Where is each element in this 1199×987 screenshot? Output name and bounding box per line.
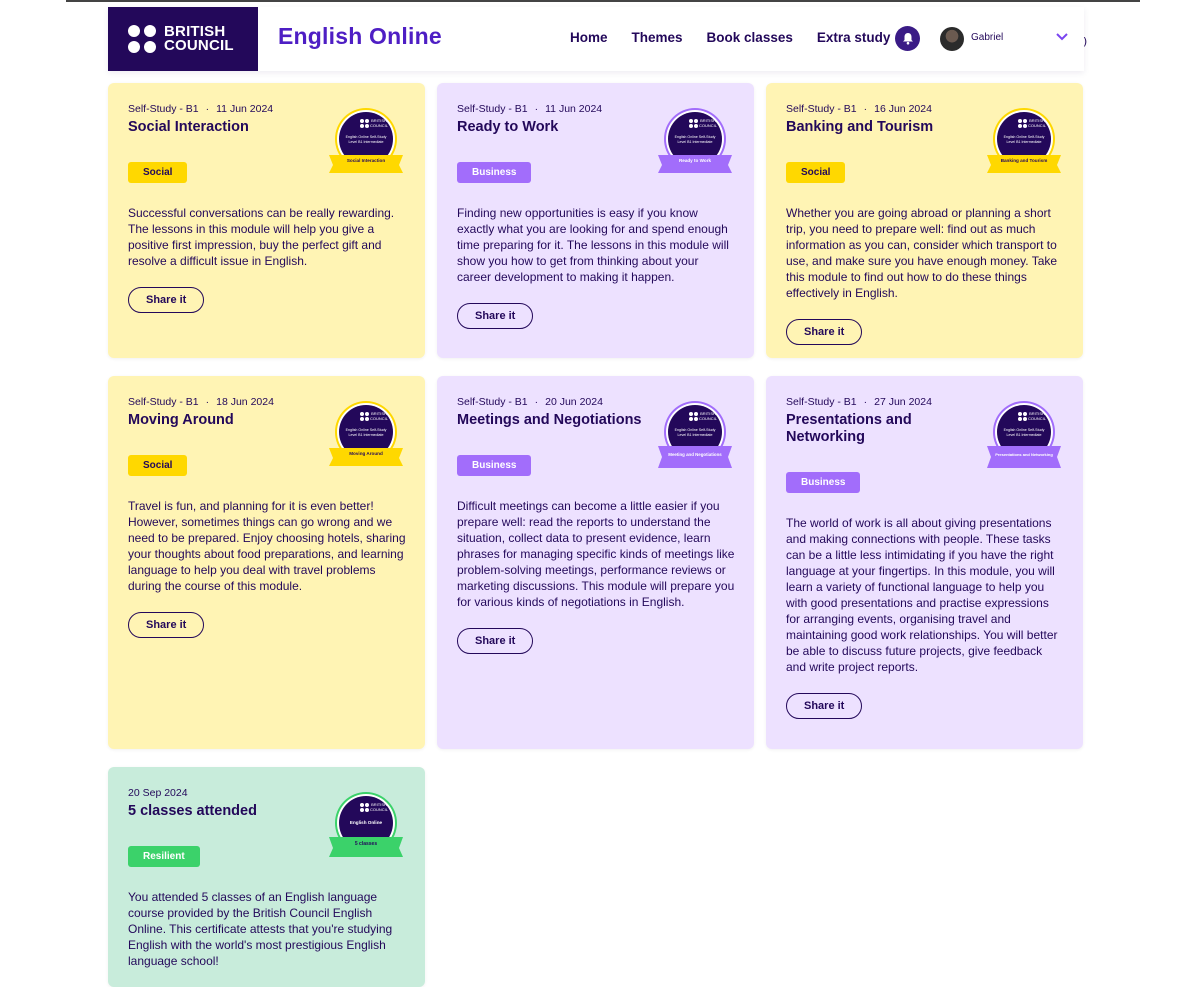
logo-line-2: COUNCIL: [164, 37, 234, 54]
share-button[interactable]: Share it: [457, 303, 534, 329]
card-title: Social Interaction: [128, 119, 249, 135]
logo-wordmark: BRITISH COUNCIL: [164, 24, 234, 54]
card-date: 11 Jun 2024: [216, 103, 274, 115]
svg-text:COUNCIL: COUNCIL: [1028, 416, 1047, 421]
card-description: Successful conversations can be really r…: [128, 206, 395, 268]
svg-text:Level B1 Intermediate: Level B1 Intermediate: [678, 433, 713, 437]
achievement-badge-icon: BRITISH COUNCIL English Online Self-Stud…: [329, 401, 403, 466]
share-button[interactable]: Share it: [128, 612, 205, 638]
svg-text:COUNCIL: COUNCIL: [699, 123, 718, 128]
achievement-badge-icon: BRITISH COUNCIL English Online 5 classes: [329, 792, 403, 857]
svg-text:Level B1 Intermediate: Level B1 Intermediate: [349, 140, 384, 144]
svg-text:English Online Self-Study: English Online Self-Study: [346, 428, 387, 432]
svg-text:COUNCIL: COUNCIL: [1028, 123, 1047, 128]
nav-home[interactable]: Home: [570, 30, 608, 45]
card-description: Travel is fun, and planning for it is ev…: [128, 499, 406, 593]
category-tag: Business: [457, 162, 532, 183]
achievement-badge-icon: BRITISH COUNCIL English Online Self-Stud…: [329, 108, 403, 173]
svg-text:COUNCIL: COUNCIL: [370, 807, 389, 812]
card-description: You attended 5 classes of an English lan…: [128, 890, 393, 968]
svg-text:English Online: English Online: [350, 820, 383, 825]
category-tag: Social: [128, 455, 188, 476]
notifications-button[interactable]: [895, 26, 920, 51]
card-title: Ready to Work: [457, 119, 559, 135]
svg-text:COUNCIL: COUNCIL: [699, 416, 718, 421]
app-title[interactable]: English Online: [278, 23, 442, 50]
category-tag: Resilient: [128, 846, 200, 867]
achievement-badge-icon: BRITISH COUNCIL English Online Self-Stud…: [987, 108, 1061, 173]
card-presentations-and-networking: Self-Study - B1 · 27 Jun 2024 Presentation…: [766, 376, 1083, 749]
svg-text:English Online Self-Study: English Online Self-Study: [675, 135, 716, 139]
svg-text:Level B1 Intermediate: Level B1 Intermediate: [1007, 140, 1042, 144]
svg-text:Ready to Work: Ready to Work: [679, 158, 712, 163]
site-header: BRITISH COUNCIL English Online Home Them…: [108, 7, 1084, 71]
chevron-down-icon[interactable]: [1056, 33, 1068, 41]
nav-extra-study[interactable]: Extra study: [817, 30, 891, 45]
svg-text:Banking and Tourism: Banking and Tourism: [1001, 158, 1048, 163]
window-edge: [66, 0, 1140, 2]
nav-book-classes[interactable]: Book classes: [707, 30, 793, 45]
scroll-edge: ): [1083, 35, 1088, 48]
svg-text:English Online Self-Study: English Online Self-Study: [1004, 428, 1045, 432]
category-tag: Business: [457, 455, 532, 476]
card-date: 18 Jun 2024: [216, 396, 274, 408]
svg-text:English Online Self-Study: English Online Self-Study: [346, 135, 387, 139]
card-description: The world of work is all about giving pr…: [786, 516, 1058, 674]
svg-text:English Online Self-Study: English Online Self-Study: [675, 428, 716, 432]
svg-text:Presentations and Networking: Presentations and Networking: [995, 452, 1053, 457]
achievement-badge-icon: BRITISH COUNCIL English Online Self-Stud…: [658, 401, 732, 468]
svg-text:Meeting and Negotiations: Meeting and Negotiations: [668, 452, 722, 457]
top-strip: [0, 0, 1199, 7]
card-title: Presentations and Networking: [786, 412, 912, 445]
card-date: 20 Jun 2024: [545, 396, 603, 408]
achievement-badge-icon: BRITISH COUNCIL English Online Self-Stud…: [658, 108, 732, 173]
card-banking-and-tourism: Self-Study - B1 · 16 Jun 2024 Banking and …: [766, 83, 1083, 358]
svg-text:English Online Self-Study: English Online Self-Study: [1004, 135, 1045, 139]
british-council-logo-icon: [128, 25, 156, 53]
card-meetings-and-negotiations: Self-Study - B1 · 20 Jun 2024 Meetings and…: [437, 376, 754, 749]
share-button[interactable]: Share it: [128, 287, 205, 313]
card-date: 11 Jun 2024: [545, 103, 603, 115]
svg-text:Moving Around: Moving Around: [349, 451, 383, 456]
category-tag: Social: [128, 162, 188, 183]
card-title: Moving Around: [128, 412, 234, 428]
category-tag: Social: [786, 162, 846, 183]
nav-themes[interactable]: Themes: [632, 30, 683, 45]
british-council-logo[interactable]: BRITISH COUNCIL: [108, 7, 258, 71]
card-title: Meetings and Negotiations: [457, 412, 642, 428]
svg-text:Level B1 Intermediate: Level B1 Intermediate: [678, 140, 713, 144]
card-description: Difficult meetings can become a little e…: [457, 499, 735, 609]
card-date: 27 Jun 2024: [874, 396, 932, 408]
svg-text:Level B1 Intermediate: Level B1 Intermediate: [349, 433, 384, 437]
card-5-classes-attended: 20 Sep 2024 5 classes attended BRITISH C…: [108, 767, 425, 987]
card-social-interaction: Self-Study - B1 · 11 Jun 2024 Social Inter…: [108, 83, 425, 358]
category-tag: Business: [786, 472, 861, 493]
svg-text:Level B1 Intermediate: Level B1 Intermediate: [1007, 433, 1042, 437]
card-title: Banking and Tourism: [786, 119, 934, 135]
svg-text:Social Interaction: Social Interaction: [347, 158, 385, 163]
svg-text:COUNCIL: COUNCIL: [370, 123, 389, 128]
share-button[interactable]: Share it: [786, 693, 863, 719]
bell-icon: [902, 33, 913, 45]
card-date: 20 Sep 2024: [128, 787, 188, 799]
svg-text:COUNCIL: COUNCIL: [370, 416, 389, 421]
card-moving-around: Self-Study - B1 · 18 Jun 2024 Moving Aroun…: [108, 376, 425, 749]
svg-text:5 classes: 5 classes: [355, 841, 377, 847]
achievement-badge-icon: BRITISH COUNCIL English Online Self-Stud…: [987, 401, 1061, 468]
user-name[interactable]: Gabriel: [971, 32, 1003, 43]
main-nav: Home Themes Book classes Extra study: [570, 30, 890, 45]
card-date: 16 Jun 2024: [874, 103, 932, 115]
share-button[interactable]: Share it: [457, 628, 534, 654]
card-description: Whether you are going abroad or planning…: [786, 206, 1058, 300]
card-description: Finding new opportunities is easy if you…: [457, 206, 729, 284]
card-title: 5 classes attended: [128, 803, 257, 819]
card-ready-to-work: Self-Study - B1 · 11 Jun 2024 Ready to Wor…: [437, 83, 754, 358]
share-button[interactable]: Share it: [786, 319, 863, 345]
avatar[interactable]: [940, 27, 964, 51]
